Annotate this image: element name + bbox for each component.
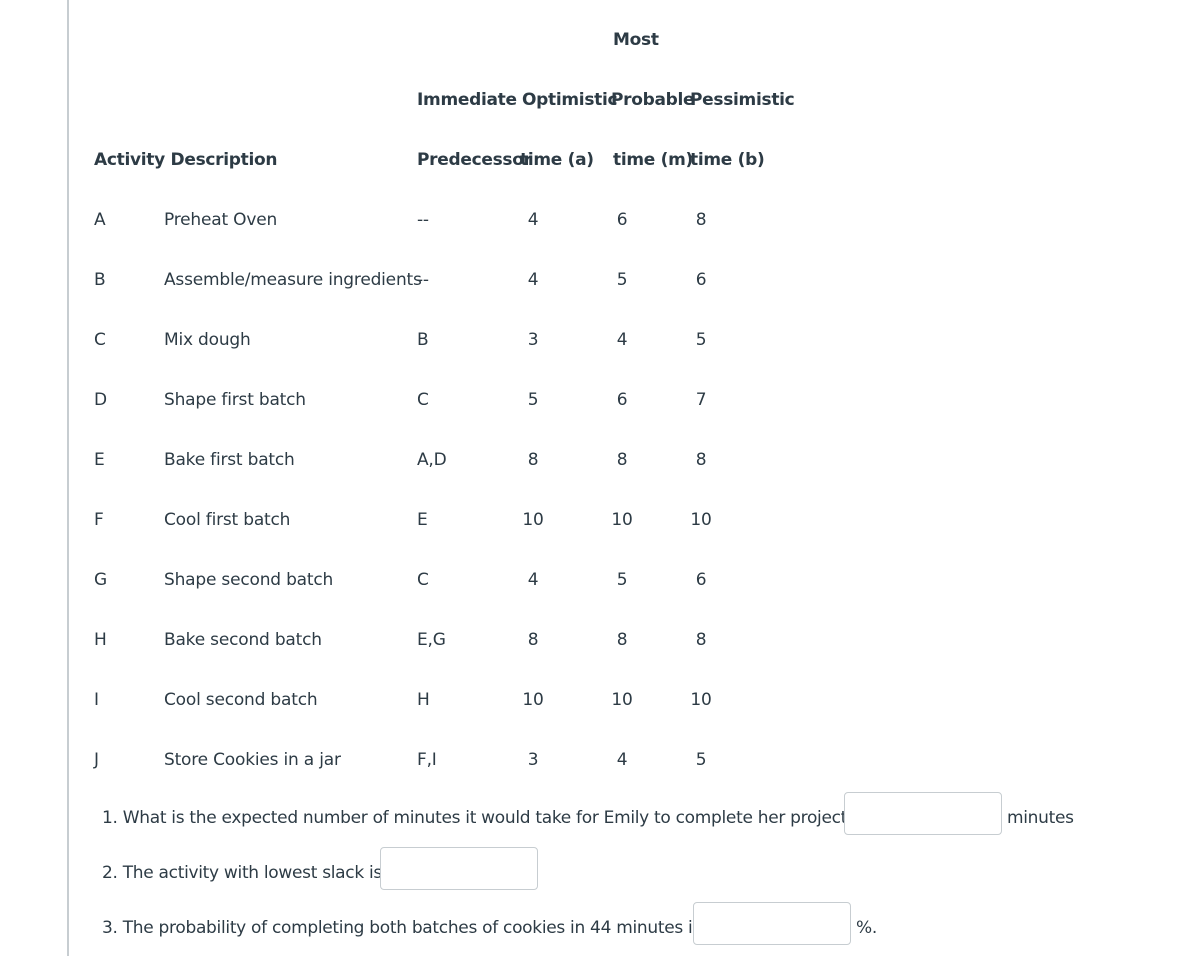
header-predecessor: Predecessor bbox=[417, 150, 532, 170]
pessimistic-time: 10 bbox=[690, 510, 712, 530]
activity-predecessor: E,G bbox=[417, 630, 446, 650]
activity-letter: B bbox=[94, 270, 106, 290]
optimistic-time: 4 bbox=[527, 270, 539, 290]
pessimistic-time: 8 bbox=[695, 210, 707, 230]
activity-letter: A bbox=[94, 210, 106, 230]
most-probable-time: 8 bbox=[616, 630, 628, 650]
question-3-suffix: %. bbox=[856, 918, 877, 938]
header-time-a: time (a) bbox=[520, 150, 594, 170]
lowest-slack-activity-input[interactable] bbox=[380, 847, 538, 890]
optimistic-time: 4 bbox=[527, 210, 539, 230]
activity-letter: G bbox=[94, 570, 107, 590]
optimistic-time: 3 bbox=[527, 750, 539, 770]
activity-letter: I bbox=[94, 690, 99, 710]
activity-predecessor: E bbox=[417, 510, 428, 530]
question-1-text: 1. What is the expected number of minute… bbox=[102, 808, 856, 828]
question-2-text: 2. The activity with lowest slack is bbox=[102, 863, 382, 883]
header-most: Most bbox=[613, 30, 659, 50]
pessimistic-time: 6 bbox=[695, 270, 707, 290]
probability-input[interactable] bbox=[693, 902, 851, 945]
header-immediate: Immediate bbox=[417, 90, 517, 110]
most-probable-time: 10 bbox=[611, 510, 633, 530]
activity-predecessor: B bbox=[417, 330, 429, 350]
activity-description: Cool first batch bbox=[164, 510, 291, 530]
header-time-b: time (b) bbox=[690, 150, 765, 170]
most-probable-time: 10 bbox=[611, 690, 633, 710]
question-3-text: 3. The probability of completing both ba… bbox=[102, 918, 701, 938]
activity-predecessor: A,D bbox=[417, 450, 447, 470]
most-probable-time: 6 bbox=[616, 210, 628, 230]
most-probable-time: 8 bbox=[616, 450, 628, 470]
most-probable-time: 4 bbox=[616, 330, 628, 350]
optimistic-time: 3 bbox=[527, 330, 539, 350]
header-optimistic: Optimistic bbox=[522, 90, 618, 110]
activity-predecessor: -- bbox=[417, 270, 429, 290]
optimistic-time: 5 bbox=[527, 390, 539, 410]
activity-description: Shape second batch bbox=[164, 570, 334, 590]
activity-letter: C bbox=[94, 330, 106, 350]
header-pessimistic: Pessimistic bbox=[690, 90, 795, 110]
header-activity-description: Activity Description bbox=[94, 150, 278, 170]
optimistic-time: 4 bbox=[527, 570, 539, 590]
question-1-suffix: minutes bbox=[1007, 808, 1074, 828]
activity-description: Assemble/measure ingredients bbox=[164, 270, 422, 290]
most-probable-time: 5 bbox=[616, 570, 628, 590]
activity-description: Cool second batch bbox=[164, 690, 318, 710]
activity-predecessor: -- bbox=[417, 210, 429, 230]
activity-predecessor: C bbox=[417, 570, 429, 590]
most-probable-time: 4 bbox=[616, 750, 628, 770]
header-probable: Probable bbox=[611, 90, 695, 110]
expected-minutes-input[interactable] bbox=[844, 792, 1002, 835]
activity-letter: F bbox=[94, 510, 104, 530]
activity-letter: D bbox=[94, 390, 107, 410]
pessimistic-time: 8 bbox=[695, 450, 707, 470]
activity-description: Store Cookies in a jar bbox=[164, 750, 341, 770]
pessimistic-time: 5 bbox=[695, 330, 707, 350]
optimistic-time: 10 bbox=[522, 510, 544, 530]
pessimistic-time: 10 bbox=[690, 690, 712, 710]
activity-predecessor: H bbox=[417, 690, 430, 710]
pessimistic-time: 6 bbox=[695, 570, 707, 590]
activity-letter: H bbox=[94, 630, 107, 650]
activity-description: Bake first batch bbox=[164, 450, 295, 470]
activity-description: Preheat Oven bbox=[164, 210, 278, 230]
activity-description: Mix dough bbox=[164, 330, 251, 350]
pessimistic-time: 8 bbox=[695, 630, 707, 650]
activity-predecessor: F,I bbox=[417, 750, 437, 770]
optimistic-time: 8 bbox=[527, 450, 539, 470]
activity-letter: E bbox=[94, 450, 105, 470]
pessimistic-time: 5 bbox=[695, 750, 707, 770]
header-time-m: time (m) bbox=[613, 150, 693, 170]
most-probable-time: 6 bbox=[616, 390, 628, 410]
optimistic-time: 10 bbox=[522, 690, 544, 710]
activity-letter: J bbox=[94, 750, 99, 770]
activity-description: Shape first batch bbox=[164, 390, 306, 410]
most-probable-time: 5 bbox=[616, 270, 628, 290]
activity-predecessor: C bbox=[417, 390, 429, 410]
pessimistic-time: 7 bbox=[695, 390, 707, 410]
optimistic-time: 8 bbox=[527, 630, 539, 650]
activity-description: Bake second batch bbox=[164, 630, 322, 650]
left-border-rule bbox=[67, 0, 69, 956]
